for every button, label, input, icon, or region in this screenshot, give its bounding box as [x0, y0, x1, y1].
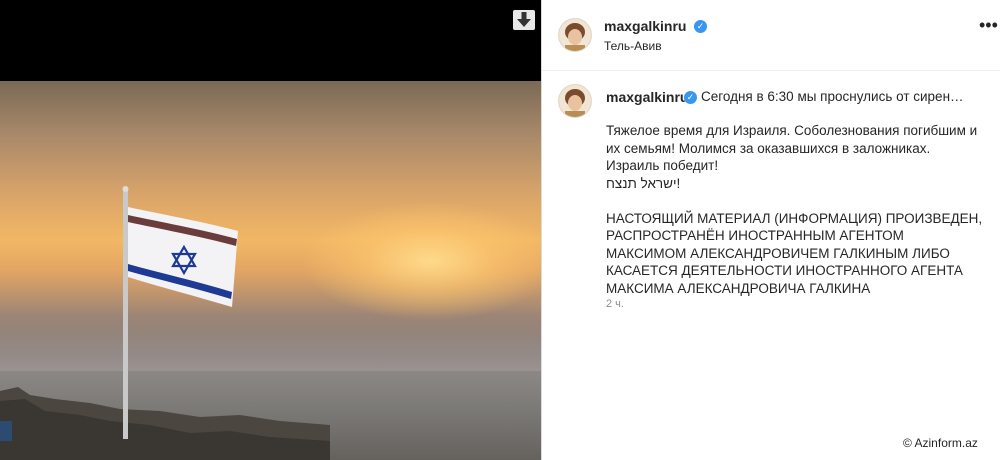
post-author-username[interactable]: maxgalkinru — [604, 18, 686, 34]
caption-line: Израиль победит! — [606, 158, 719, 173]
download-icon[interactable] — [513, 10, 535, 30]
verified-badge-icon: ✓ — [684, 91, 697, 104]
post-details-panel: maxgalkinru ✓ Тель-Авив ••• maxgalkinru … — [541, 0, 1000, 460]
israel-flag — [122, 186, 238, 439]
ellipsis-icon[interactable]: ••• — [979, 16, 998, 34]
foreign-agent-disclaimer: НАСТОЯЩИЙ МАТЕРИАЛ (ИНФОРМАЦИЯ) ПРОИЗВЕД… — [606, 210, 983, 296]
source-watermark: © Azinform.az — [903, 436, 978, 450]
caption-line-hebrew: !ישראל תנצח — [606, 175, 681, 191]
avatar-image — [559, 19, 591, 51]
download-arrow-icon — [517, 12, 531, 27]
avatar[interactable] — [558, 18, 592, 52]
post-photo — [0, 81, 541, 460]
post-location[interactable]: Тель-Авив — [604, 39, 662, 53]
caption-body: Тяжелое время для Израиля. Соболезновани… — [606, 122, 986, 297]
caption-avatar[interactable] — [558, 84, 592, 118]
post-header: maxgalkinru ✓ Тель-Авив ••• — [542, 0, 1000, 71]
post-media[interactable] — [0, 0, 541, 460]
avatar-image — [559, 85, 591, 117]
caption-preview: Сегодня в 6:30 мы проснулись от сирен… — [701, 89, 964, 104]
post-timestamp[interactable]: 2 ч. — [606, 298, 624, 310]
verified-badge-icon: ✓ — [694, 20, 707, 33]
caption-line: Тяжелое время для Израиля. Соболезновани… — [606, 123, 978, 156]
caption-author-username[interactable]: maxgalkinru — [606, 89, 688, 105]
